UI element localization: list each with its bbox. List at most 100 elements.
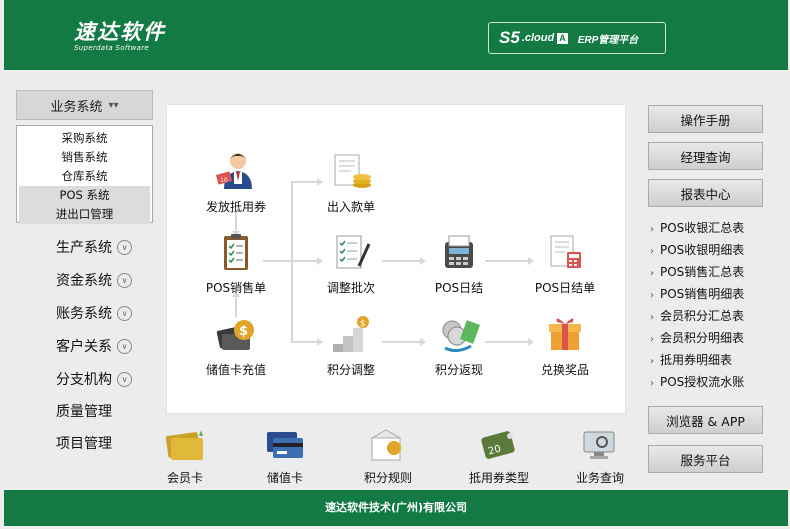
shortcut-label: 储值卡 [266,471,303,485]
product-badge: S5 .cloud A ERP管理平台 [488,22,666,54]
shortcut-voucher-types[interactable]: 20 抵用券类型 [459,428,539,486]
sidebar-item-production[interactable]: 生产系统 ∨ [56,236,132,258]
node-adjust-batch[interactable]: 调整批次 [311,232,391,296]
sidebar-item-accounting[interactable]: 账务系统 ∨ [56,302,132,324]
report-link-label: POS授权流水账 [660,375,745,389]
sidebar-item-projects[interactable]: 项目管理 [56,432,112,454]
report-link-pos-auth-ledger[interactable]: › POS授权流水账 [650,372,744,392]
pos-terminal-icon [445,235,473,268]
node-label: POS销售单 [205,281,267,295]
node-label: POS日结单 [534,281,596,295]
sidebar-item-label: 客户关系 [56,339,112,355]
sidebar-item-branches[interactable]: 分支机构 ∨ [56,368,132,390]
business-item-sales[interactable]: 销售系统 [19,148,150,167]
shortcut-label: 业务查询 [575,471,624,484]
svg-text:10: 10 [220,177,228,184]
business-system-label: 业务系统 [50,99,103,115]
company-name: 速达软件技术(广州)有限公司 [324,501,468,514]
chevron-down-circle-icon: ∨ [117,371,132,387]
sidebar-item-quality[interactable]: 质量管理 [56,400,112,422]
sidebar-item-label: 分支机构 [56,372,112,388]
report-center-button[interactable]: 报表中心 [648,179,763,207]
node-pos-daily[interactable]: POS日结 [419,232,499,296]
monitor-search-icon [583,431,615,459]
sidebar-item-label: 账务系统 [56,306,112,322]
logo-main-text: 速达软件 [74,19,166,44]
node-label: POS日结 [434,281,484,295]
gift-box-icon [549,318,581,350]
sidebar-item-label: 项目管理 [56,436,112,452]
chevron-down-circle-icon: ∨ [117,239,132,255]
sidebar-item-label: 生产系统 [56,240,112,256]
card-dollar-icon: $ [216,320,254,350]
business-item-warehouse[interactable]: 仓库系统 [19,167,150,186]
chevron-right-icon: › [650,224,654,235]
business-item-import-export[interactable]: 进出口管理 [19,205,150,224]
cloud-label: .cloud [521,32,555,44]
report-link-pos-sales-detail[interactable]: › POS销售明细表 [650,284,744,304]
report-link-voucher-detail[interactable]: › 抵用券明细表 [650,350,732,370]
chevron-right-icon: › [650,246,654,257]
node-label: 积分调整 [326,363,375,377]
node-label: 兑换奖品 [540,363,589,377]
node-card-recharge[interactable]: $ 储值卡充值 [196,314,276,378]
shortcut-business-query[interactable]: 业务查询 [560,428,626,484]
shortcut-label: 会员卡 [166,471,203,485]
node-redeem-prize[interactable]: 兑换奖品 [525,314,605,378]
business-item-pos[interactable]: POS 系统 [19,186,150,205]
report-link-pos-sales-summary[interactable]: › POS销售汇总表 [650,262,744,282]
pos-flow-panel: 10 发放抵用券 POS销售单 $ 储值卡充值 出入款单 调整批次 $ 积分调整… [166,104,626,414]
shortcut-business-query-clip: 业务查询 [560,428,626,484]
footer-bar: 速达软件技术(广州)有限公司 [4,490,788,526]
report-link-pos-cashier-detail[interactable]: › POS收银明细表 [650,240,744,260]
a-mark: A [557,32,568,44]
shortcut-label: 积分规则 [363,471,412,485]
header-bar: 速达软件 Superdata Software S5 .cloud A ERP管… [4,0,788,70]
node-points-adjust[interactable]: $ 积分调整 [311,314,391,378]
report-link-label: 会员积分明细表 [660,331,745,345]
svg-text:$: $ [239,324,248,339]
browser-app-button[interactable]: 浏览器 & APP [648,406,763,434]
report-link-label: POS收银明细表 [660,243,745,257]
business-system-header[interactable]: 业务系统 ▾▾ [16,90,153,120]
chevron-down-circle-icon: ∨ [117,305,132,321]
chevron-right-icon: › [650,312,654,323]
node-pos-daily-bill[interactable]: POS日结单 [525,232,605,296]
chevron-right-icon: › [650,378,654,389]
svg-text:$: $ [360,319,366,329]
node-cash-io[interactable]: 出入款单 [311,151,391,215]
business-item-purchase[interactable]: 采购系统 [19,129,150,148]
node-issue-voucher[interactable]: 10 发放抵用券 [196,151,276,215]
s5-label: S5 [499,28,520,47]
report-link-member-points-summary[interactable]: › 会员积分汇总表 [650,306,744,326]
invoice-calculator-icon [550,235,581,268]
coin-stairs-icon: $ [333,316,369,352]
voucher-tag-icon: 20 [481,431,515,459]
sidebar-item-crm[interactable]: 客户关系 ∨ [56,335,132,357]
node-label: 调整批次 [326,281,375,295]
shortcut-label: 抵用券类型 [468,471,529,485]
report-link-pos-cashier-summary[interactable]: › POS收银汇总表 [650,218,744,238]
node-label: 积分返现 [434,363,483,377]
shortcut-member-card[interactable]: 会员卡 [145,428,225,486]
report-link-member-points-detail[interactable]: › 会员积分明细表 [650,328,744,348]
sidebar-item-funds[interactable]: 资金系统 ∨ [56,269,132,291]
manual-button[interactable]: 操作手册 [648,105,763,133]
document-coins-icon [334,154,371,188]
person-voucher-icon: 10 [215,153,252,189]
manager-query-button[interactable]: 经理查询 [648,142,763,170]
rules-box-icon [370,429,402,461]
report-link-label: POS收银汇总表 [660,221,745,235]
coins-cycle-icon [442,320,480,353]
chevron-right-icon: › [650,290,654,301]
report-link-label: 会员积分汇总表 [660,309,745,323]
clipboard-checklist-icon [224,234,248,270]
node-pos-sales[interactable]: POS销售单 [196,232,276,296]
shortcut-stored-value-card[interactable]: 储值卡 [245,428,325,486]
report-link-label: 抵用券明细表 [660,353,733,367]
service-platform-button[interactable]: 服务平台 [648,445,763,473]
shortcut-points-rules[interactable]: 积分规则 [348,428,428,486]
node-points-rebate[interactable]: 积分返现 [419,314,499,378]
business-system-list: 采购系统 销售系统 仓库系统 POS 系统 进出口管理 [16,125,153,224]
report-link-label: POS销售汇总表 [660,265,745,279]
